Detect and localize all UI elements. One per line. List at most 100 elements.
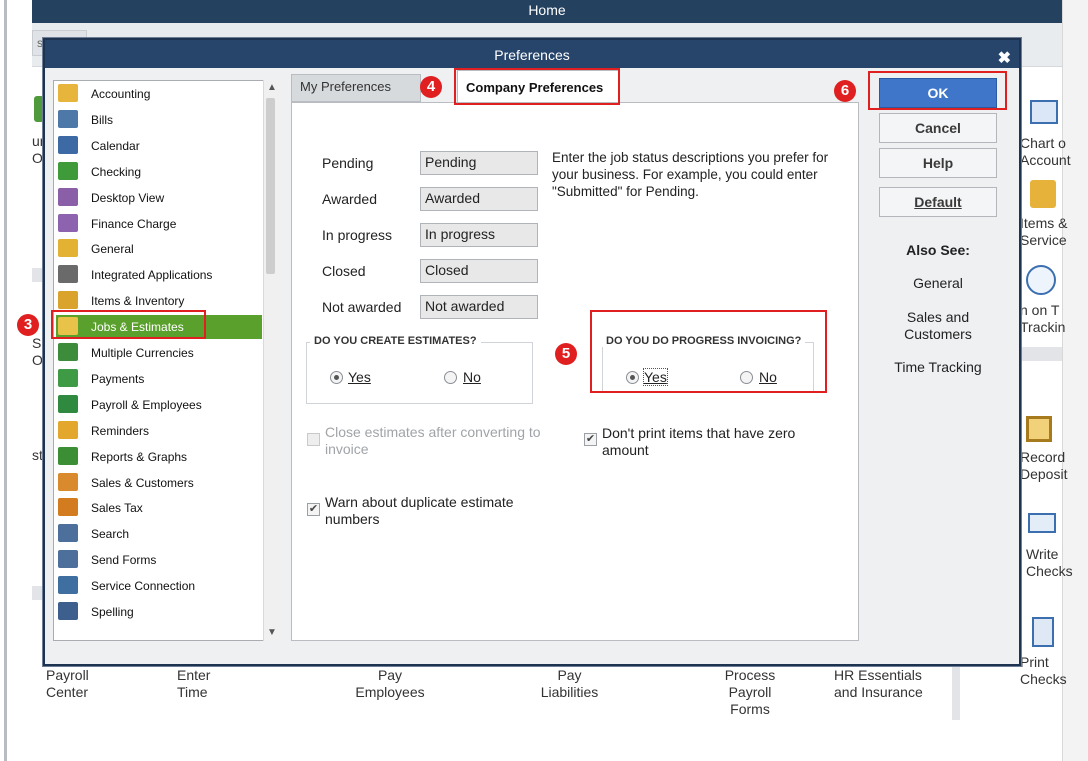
pay-liabilities-shortcut[interactable]: Pay Liabilities <box>532 667 607 701</box>
category-item[interactable]: General <box>56 237 262 261</box>
checking-icon <box>58 161 78 180</box>
category-label: Multiple Currencies <box>91 346 194 360</box>
preferences-dialog: Preferences ✖ Accounting Bills Calendar Che… <box>43 38 1021 666</box>
turn-on-time-tracking-icon[interactable] <box>1026 265 1056 295</box>
dont-print-zero-label: Don't print items that have zero amount <box>602 425 796 458</box>
awarded-input[interactable]: Awarded <box>420 187 538 211</box>
pay-employees-shortcut[interactable]: Pay Employees <box>350 667 430 701</box>
close-estimates-label: Close estimates after converting to invo… <box>325 424 541 457</box>
not-awarded-input[interactable]: Not awarded <box>420 295 538 319</box>
category-item[interactable]: Desktop View <box>56 186 262 210</box>
write-checks-icon[interactable] <box>1028 513 1056 533</box>
category-list: Accounting Bills Calendar Checking Desktop V… <box>53 80 279 641</box>
print-checks-label[interactable]: Print Checks <box>1020 654 1067 688</box>
closed-label: Closed <box>322 263 366 279</box>
category-item[interactable]: Multiple Currencies <box>56 341 262 365</box>
scroll-down-icon[interactable]: ▼ <box>264 625 280 641</box>
estimates-no-label[interactable]: No <box>463 369 481 385</box>
also-see-general-link[interactable]: General <box>873 275 1003 292</box>
category-label: Service Connection <box>91 579 196 594</box>
shortcut-label: Pay <box>557 667 582 683</box>
category-label: Finance Charge <box>91 216 177 231</box>
category-label: Payments <box>91 371 145 386</box>
warn-duplicate-checkbox[interactable]: ✔ <box>307 503 320 516</box>
chart-of-accounts-label[interactable]: Chart o Account <box>1020 135 1071 169</box>
category-item[interactable]: Send Forms <box>56 548 262 572</box>
dialog-title-bar[interactable]: Preferences ✖ <box>45 40 1019 68</box>
integrated-applications-icon <box>58 265 78 284</box>
write-checks-label[interactable]: Write Checks <box>1026 546 1073 580</box>
desktop-view-icon <box>58 187 78 206</box>
category-label: Accounting <box>91 87 151 101</box>
category-item[interactable]: Reminders <box>56 419 262 443</box>
estimates-yes-label[interactable]: Yes <box>348 369 371 385</box>
tab-my-preferences[interactable]: My Preferences <box>291 74 421 102</box>
step3-badge: 3 <box>17 314 39 336</box>
category-item[interactable]: Payroll & Employees <box>56 393 262 417</box>
also-see-time-tracking-link[interactable]: Time Tracking <box>873 359 1003 376</box>
items-services-label[interactable]: Items & Service <box>1020 215 1067 249</box>
category-label: Reports & Graphs <box>91 449 188 464</box>
print-checks-icon[interactable] <box>1032 617 1054 647</box>
payroll-center-shortcut[interactable]: Payroll Center <box>46 667 89 701</box>
category-label: Sales Tax <box>91 501 143 516</box>
reports-graphs-icon <box>58 446 78 465</box>
category-item[interactable]: Sales Tax <box>56 496 262 520</box>
also-see-sales-customers-link[interactable]: Sales and Customers <box>873 309 1003 343</box>
estimates-yes-radio[interactable] <box>330 371 343 384</box>
record-deposits-label[interactable]: Record Deposit <box>1020 449 1067 483</box>
pending-input[interactable]: Pending <box>420 151 538 175</box>
service-connection-icon <box>58 576 78 595</box>
hr-essentials-shortcut[interactable]: HR Essentials and Insurance <box>834 667 923 701</box>
process-payroll-forms-shortcut[interactable]: Process Payroll Forms <box>714 667 786 718</box>
category-item[interactable]: Finance Charge <box>56 212 262 236</box>
time-tracking-label[interactable]: n on T Trackin <box>1020 302 1065 336</box>
category-item[interactable]: Calendar <box>56 134 262 158</box>
calendar-icon <box>58 135 78 154</box>
category-item[interactable]: Service Connection <box>56 574 262 598</box>
category-item[interactable]: Accounting <box>56 82 262 106</box>
estimates-no-radio[interactable] <box>444 371 457 384</box>
close-icon[interactable]: ✖ <box>998 44 1011 74</box>
shortcut-label: Payroll <box>46 667 89 683</box>
home-title-bar: Home <box>32 0 1062 23</box>
payments-icon <box>58 368 78 387</box>
shortcut-label: Center <box>46 684 89 700</box>
sales-customers-icon <box>58 472 78 491</box>
send-forms-icon <box>58 550 78 569</box>
dont-print-zero-checkbox[interactable]: ✔ <box>584 433 597 446</box>
scroll-up-icon[interactable]: ▲ <box>264 80 280 96</box>
page-scrollbar[interactable] <box>1062 0 1088 761</box>
category-label: Calendar <box>91 138 140 153</box>
category-label: Integrated Applications <box>91 268 213 283</box>
category-item[interactable]: Bills <box>56 108 262 132</box>
shortcut-label: HR Essentials <box>834 667 922 683</box>
closed-input[interactable]: Closed <box>420 259 538 283</box>
multiple-currencies-icon <box>58 343 78 361</box>
category-item[interactable]: Reports & Graphs <box>56 445 262 469</box>
category-item[interactable]: Payments <box>56 367 262 391</box>
items-services-icon[interactable] <box>1030 180 1056 208</box>
category-item[interactable]: Spelling <box>56 600 262 624</box>
accounting-icon <box>58 84 78 102</box>
reminders-icon <box>58 420 78 439</box>
step6-badge: 6 <box>834 80 856 102</box>
scrollbar-thumb[interactable] <box>266 98 275 274</box>
shortcut-label: Payroll <box>728 684 772 700</box>
pending-label: Pending <box>322 155 374 171</box>
category-item[interactable]: Checking <box>56 160 262 184</box>
record-deposits-icon[interactable] <box>1026 416 1052 442</box>
cancel-button[interactable]: Cancel <box>879 113 997 143</box>
category-item[interactable]: Sales & Customers <box>56 471 262 495</box>
in-progress-input[interactable]: In progress <box>420 223 538 247</box>
help-button[interactable]: Help <box>879 148 997 178</box>
close-estimates-checkbox[interactable] <box>307 433 320 446</box>
category-item[interactable]: Search <box>56 522 262 546</box>
dialog-title: Preferences <box>494 47 570 63</box>
category-item[interactable]: Integrated Applications <box>56 263 262 287</box>
enter-time-shortcut[interactable]: Enter Time <box>177 667 210 701</box>
shortcut-label: Liabilities <box>540 684 599 700</box>
step3-highlight <box>51 310 206 339</box>
default-button[interactable]: Default <box>879 187 997 217</box>
chart-of-accounts-icon[interactable] <box>1030 100 1058 124</box>
